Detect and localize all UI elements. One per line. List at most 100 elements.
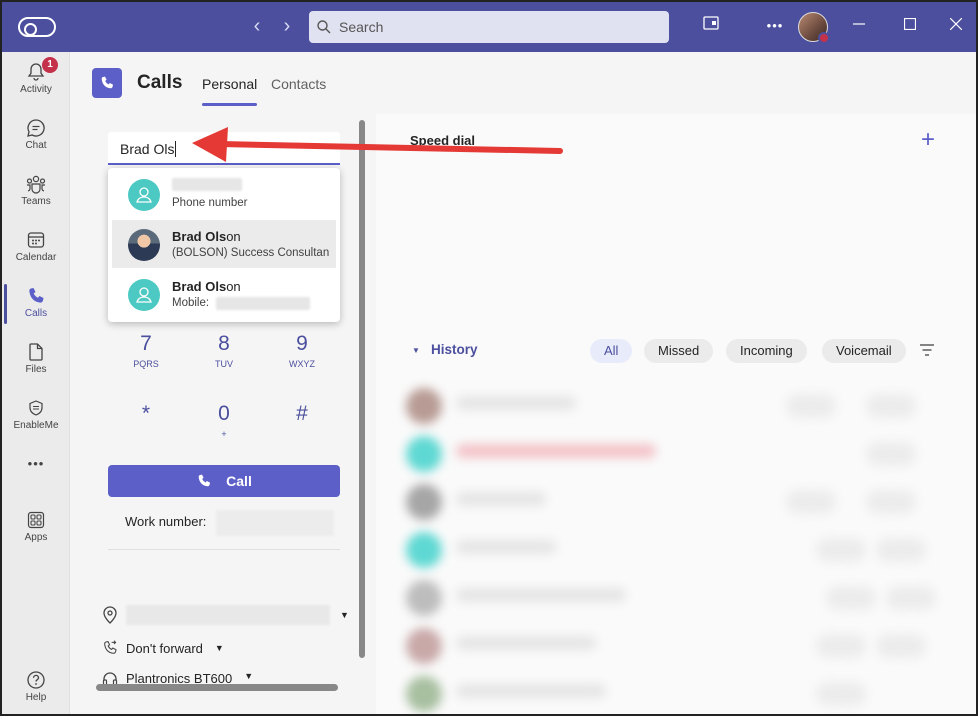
rail-item-teams[interactable]: Teams xyxy=(2,166,70,218)
rail-item-calls[interactable]: Calls xyxy=(2,278,70,330)
contact-avatar-icon xyxy=(128,279,160,311)
redacted-name xyxy=(172,178,242,191)
search-icon xyxy=(317,20,331,34)
maximize-icon[interactable] xyxy=(898,14,922,38)
close-icon[interactable] xyxy=(944,14,968,38)
profile-avatar[interactable] xyxy=(798,12,830,44)
history-row-blurred[interactable] xyxy=(396,430,956,478)
call-button-label: Call xyxy=(226,473,252,489)
calendar-icon xyxy=(27,232,45,248)
filter-all[interactable]: All xyxy=(590,339,633,363)
tab-contacts[interactable]: Contacts xyxy=(271,76,326,92)
history-row-blurred[interactable] xyxy=(396,478,956,526)
location-setting[interactable]: ▼ xyxy=(102,605,349,625)
redacted-number xyxy=(216,297,310,310)
speed-dial-title: Speed dial xyxy=(410,133,476,148)
phone-icon xyxy=(29,288,44,303)
dial-search-input[interactable]: Brad Ols xyxy=(108,132,340,165)
help-icon xyxy=(27,671,45,689)
history-row-blurred[interactable] xyxy=(396,670,956,714)
filter-icon[interactable] xyxy=(919,343,935,357)
rail-item-files[interactable]: Files xyxy=(2,334,70,386)
text-caret xyxy=(175,141,177,157)
rail-item-chat[interactable]: Chat xyxy=(2,110,70,162)
redacted-work-number xyxy=(216,510,334,536)
rail-item-calendar[interactable]: Calendar xyxy=(2,222,70,274)
device-label: Plantronics BT600 xyxy=(126,671,233,685)
redacted-location xyxy=(126,605,330,625)
chevron-down-icon: ▼ xyxy=(244,671,254,681)
history-row-blurred[interactable] xyxy=(396,526,956,574)
dialer-vertical-scrollbar[interactable] xyxy=(359,120,365,658)
meet-now-icon[interactable] xyxy=(699,14,723,38)
forward-setting[interactable]: Don't forward ▼ xyxy=(102,640,224,656)
device-setting[interactable]: Plantronics BT600 ▼ xyxy=(102,671,253,685)
location-pin-icon xyxy=(103,606,117,624)
suggestion-dropdown: Phone number Brad Olson (BOLSON) Success… xyxy=(108,168,340,322)
suggestion-item[interactable]: Phone number xyxy=(112,170,336,218)
forward-arrow-icon[interactable]: › xyxy=(277,14,297,38)
dial-key-0[interactable]: 0 + xyxy=(199,402,249,440)
suggestion-name: Brad Olson xyxy=(172,229,241,244)
rail-label-files: Files xyxy=(25,364,47,375)
history-title[interactable]: History xyxy=(431,342,478,357)
add-speed-dial-icon[interactable]: + xyxy=(921,126,935,154)
contact-avatar-icon xyxy=(128,179,160,211)
rail-label-help: Help xyxy=(25,692,47,703)
rail-label-enableme: EnableMe xyxy=(13,420,59,431)
rail-item-enableme[interactable]: EnableMe xyxy=(2,390,70,442)
page-title: Calls xyxy=(137,72,183,93)
suggestion-sub: Phone number xyxy=(172,197,248,209)
history-row-blurred[interactable] xyxy=(396,574,956,622)
suggestion-sub: (BOLSON) Success Consultan xyxy=(172,247,330,259)
title-bar: ‹ › Search ••• xyxy=(2,2,976,52)
minimize-icon[interactable] xyxy=(847,14,871,38)
phone-icon xyxy=(198,474,211,487)
search-box[interactable]: Search xyxy=(309,11,669,43)
filter-incoming[interactable]: Incoming xyxy=(726,339,807,363)
dial-key-7[interactable]: 7 PQRS xyxy=(121,332,171,370)
chat-icon xyxy=(27,119,45,137)
calls-header: Calls Personal Contacts xyxy=(70,52,976,114)
dial-key-star[interactable]: * xyxy=(121,402,171,428)
rail-label-teams: Teams xyxy=(21,196,51,207)
apps-icon xyxy=(27,511,45,529)
dial-key-8[interactable]: 8 TUV xyxy=(199,332,249,370)
filter-voicemail[interactable]: Voicemail xyxy=(822,339,906,363)
suggestion-item[interactable]: Brad Olson Mobile: xyxy=(112,270,336,318)
history-row-blurred[interactable] xyxy=(396,382,956,430)
app-window: ‹ › Search ••• Activity 1 Chat Teams Cal… xyxy=(0,0,978,716)
rail-label-calls: Calls xyxy=(24,308,48,319)
dial-key-hash[interactable]: # xyxy=(277,402,327,428)
rail-more-icon[interactable]: ••• xyxy=(2,456,70,480)
dial-key-9[interactable]: 9 WXYZ xyxy=(277,332,327,370)
history-row-blurred[interactable] xyxy=(396,622,956,670)
chevron-down-icon: ▼ xyxy=(214,643,224,653)
call-button[interactable]: Call xyxy=(108,465,340,497)
filter-missed[interactable]: Missed xyxy=(644,339,714,363)
calls-app-icon xyxy=(92,68,122,98)
forward-label: Don't forward xyxy=(126,640,203,656)
rail-item-activity[interactable]: Activity 1 xyxy=(2,54,70,106)
enableme-icon xyxy=(29,400,43,416)
suggestion-item[interactable]: Brad Olson (BOLSON) Success Consultan xyxy=(112,220,336,268)
file-icon xyxy=(29,343,43,361)
search-placeholder: Search xyxy=(339,19,384,35)
work-number-label: Work number: xyxy=(125,514,207,529)
dialer-horizontal-scrollbar[interactable] xyxy=(96,684,338,691)
call-forward-icon xyxy=(104,640,117,654)
more-options-icon[interactable]: ••• xyxy=(763,14,787,38)
collapse-chevron-icon[interactable]: ▼ xyxy=(412,346,420,355)
new-teams-toggle[interactable] xyxy=(18,17,56,37)
rail-item-apps[interactable]: Apps xyxy=(2,502,70,554)
rail-item-help[interactable]: Help xyxy=(2,662,70,714)
tab-personal[interactable]: Personal xyxy=(202,76,258,106)
chevron-down-icon: ▼ xyxy=(340,610,349,620)
dialer-panel: Brad Ols Phone number Brad Olson (BOLSON… xyxy=(70,114,370,714)
back-arrow-icon[interactable]: ‹ xyxy=(247,14,267,38)
rail-label-chat: Chat xyxy=(25,140,47,151)
status-indicator xyxy=(818,32,830,44)
right-panel: Speed dial + ▼ History All Missed Incomi… xyxy=(376,114,976,714)
dial-input-value: Brad Ols xyxy=(120,141,175,157)
rail-label-apps: Apps xyxy=(24,532,48,543)
